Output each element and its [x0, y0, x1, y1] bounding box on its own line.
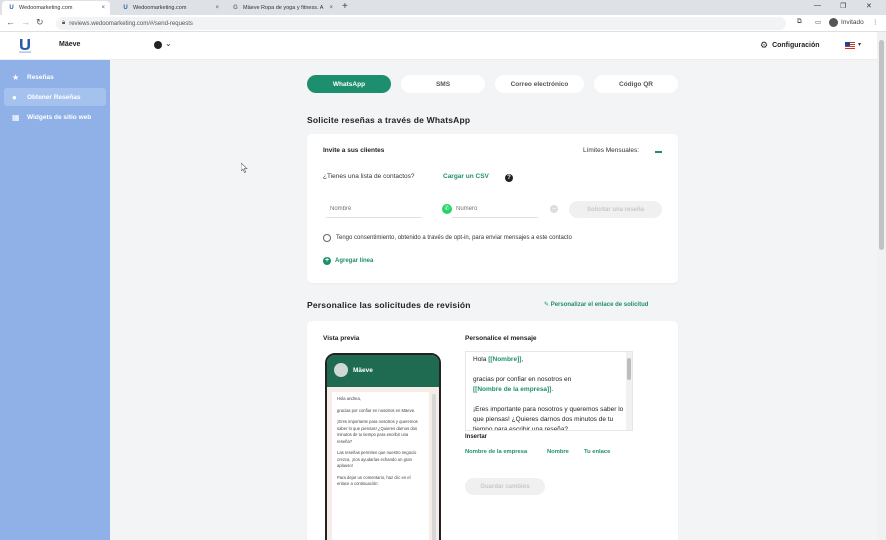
phone-contact-name: Mäeve [353, 367, 373, 374]
browser-tab-3[interactable]: G Mäeve Ropa de yoga y fitness. A × [226, 1, 338, 15]
close-window-icon[interactable]: ✕ [866, 2, 872, 10]
phone-chat-header: Mäeve [327, 355, 439, 387]
back-icon[interactable]: ← [6, 17, 15, 27]
contact-avatar-icon [334, 363, 348, 377]
monthly-limits-indicator [655, 151, 662, 153]
request-review-button[interactable]: Solicitar una reseña [569, 201, 662, 218]
pencil-icon: ✎ [544, 302, 550, 308]
sidebar-item-get-reviews[interactable]: ● Obtener Reseñas [4, 88, 106, 106]
tab-qr-code[interactable]: Código QR [594, 75, 678, 93]
upload-csv-link[interactable]: Cargar un CSV [443, 173, 489, 180]
add-line-button[interactable]: Agregar línea [335, 258, 373, 264]
sidebar-item-reviews[interactable]: ★ Reseñas [4, 68, 106, 86]
grid-icon: ▦ [12, 112, 20, 122]
forward-icon[interactable]: → [21, 17, 30, 27]
help-icon[interactable]: ? [505, 174, 513, 182]
language-chevron-icon[interactable]: ▾ [858, 41, 861, 48]
business-selector[interactable]: Mäeve [59, 41, 80, 48]
app-header: Mäeve ⌄ ⚙ Configuración ▾ [0, 32, 886, 60]
browser-tab-1[interactable]: U Wedoomarketing.com × [2, 1, 110, 15]
page-scrollbar-thumb[interactable] [879, 40, 884, 250]
consent-text: Tengo consentimiento, obtenido a través … [336, 235, 572, 241]
sidebar: ★ Reseñas ● Obtener Reseñas ▦ Widgets de… [0, 60, 110, 540]
comment-icon: ● [12, 92, 17, 102]
globe-favicon-icon: G [233, 5, 238, 11]
invite-label: Invite a sus clientes [323, 147, 385, 154]
gear-icon: ⚙ [760, 40, 769, 50]
lock-icon: 🔒︎ [62, 20, 66, 26]
mouse-cursor-icon [241, 163, 248, 173]
tab-email[interactable]: Correo electrónico [495, 75, 584, 93]
editor-scrollbar-thumb[interactable] [627, 358, 631, 380]
request-section-title: Solicite reseñas a través de WhatsApp [307, 115, 471, 125]
sidebar-item-widgets[interactable]: ▦ Widgets de sitio web [4, 108, 106, 126]
contacts-question: ¿Tienes una lista de contactos? [323, 173, 415, 180]
phone-number-input[interactable] [452, 200, 538, 218]
customize-link-button[interactable]: ✎ Personalizar el enlace de solicitud [544, 301, 648, 308]
profile-avatar-icon [829, 18, 838, 27]
customize-section-title: Personalice las solicitudes de revisión [307, 300, 471, 310]
tab-sms[interactable]: SMS [401, 75, 485, 93]
profile-button[interactable]: Invitado [829, 18, 864, 27]
chevron-down-icon[interactable]: ⌄ [165, 39, 172, 48]
name-input[interactable] [326, 200, 422, 218]
insert-your-link[interactable]: Tu enlace [584, 449, 610, 455]
new-tab-icon[interactable]: + [342, 1, 348, 12]
wedoo-favicon-icon: U [123, 5, 128, 11]
whatsapp-icon: ✆ [442, 204, 452, 214]
maximize-icon[interactable]: ❐ [840, 2, 846, 10]
close-tab-icon[interactable]: × [329, 5, 333, 11]
message-label: Personalice el mensaje [465, 335, 537, 342]
reload-icon[interactable]: ↻ [36, 17, 44, 28]
insert-company-name[interactable]: Nombre de la empresa [465, 449, 527, 455]
add-line-icon[interactable]: + [323, 257, 331, 265]
sidebar-toggle-icon[interactable]: ▭ [815, 18, 821, 26]
phone-preview: Mäeve Hola andrea, gracias por confiar e… [325, 353, 441, 540]
wedoo-logo-icon [19, 39, 31, 53]
consent-checkbox[interactable] [323, 234, 331, 242]
name-token: [[Nombre]] [488, 356, 522, 363]
browser-tab-2[interactable]: U Wedoomarketing.com × [116, 1, 224, 15]
menu-icon[interactable]: ⋮ [872, 18, 879, 26]
phone-chat-body: Hola andrea, gracias por confiar en noso… [327, 387, 439, 540]
star-icon: ★ [12, 72, 20, 82]
browser-toolbar: ← → ↻ 🔒︎ reviews.wedoomarketing.com/#/se… [0, 15, 886, 32]
close-tab-icon[interactable]: × [215, 5, 219, 11]
business-avatar-icon[interactable] [154, 41, 162, 49]
translate-icon[interactable]: ⧉ [797, 18, 802, 26]
insert-name[interactable]: Nombre [547, 449, 569, 455]
message-editor[interactable]: Hola [[Nombre]], gracias por confiar en … [465, 351, 633, 431]
remove-line-icon[interactable]: – [550, 205, 558, 213]
save-changes-button[interactable]: Guardar cambios [465, 478, 545, 495]
minimize-icon[interactable]: — [814, 2, 821, 9]
wedoo-favicon-icon: U [9, 5, 14, 11]
preview-label: Vista previa [323, 335, 360, 342]
settings-button[interactable]: ⚙ Configuración [760, 40, 820, 51]
address-bar[interactable]: 🔒︎ reviews.wedoomarketing.com/#/send-req… [56, 17, 786, 30]
insert-label: Insertar [465, 434, 488, 440]
message-bubble: Hola andrea, gracias por confiar en noso… [332, 392, 429, 540]
us-flag-icon[interactable] [845, 42, 855, 49]
browser-tabstrip: U Wedoomarketing.com × U Wedoomarketing.… [0, 0, 886, 15]
phone-scrollbar[interactable] [432, 394, 436, 540]
company-token: [[Nombre de la empresa]] [473, 386, 552, 393]
close-tab-icon[interactable]: × [101, 5, 105, 11]
tab-whatsapp[interactable]: WhatsApp [307, 75, 391, 93]
monthly-limits-label: Límites Mensuales: [583, 147, 639, 154]
